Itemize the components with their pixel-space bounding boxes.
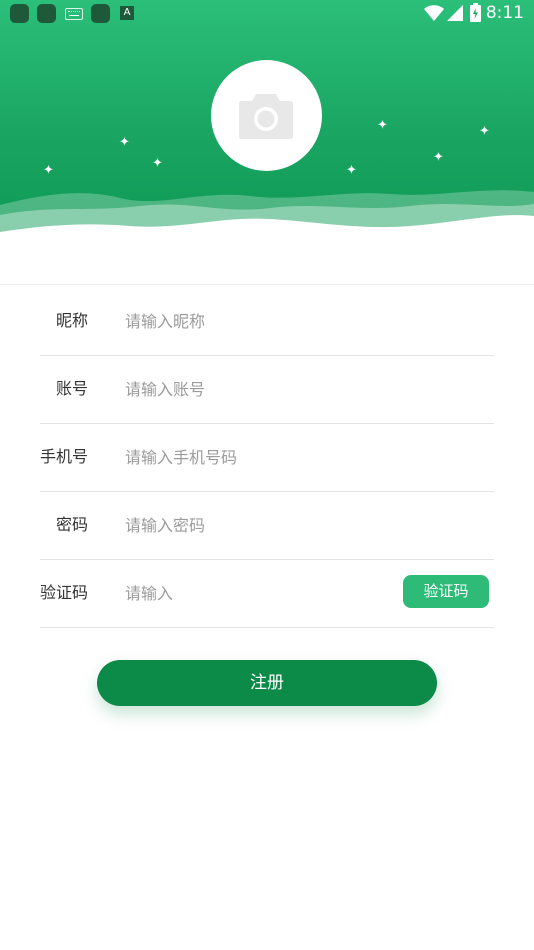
keyboard-icon xyxy=(65,8,83,20)
account-input[interactable] xyxy=(125,373,395,405)
verify-code-label: 验证码 xyxy=(40,583,89,602)
sparkle-icon: ✦ xyxy=(377,118,388,133)
status-bar: A 8:11 xyxy=(0,0,534,28)
app-icon xyxy=(10,4,29,23)
account-row: 账号 xyxy=(40,355,494,424)
section-divider xyxy=(0,284,534,285)
verify-code-row: 验证码 验证码 xyxy=(40,559,494,628)
app-icon xyxy=(37,4,56,23)
signal-icon xyxy=(447,5,463,21)
get-code-button[interactable]: 验证码 xyxy=(403,575,489,608)
nickname-row: 昵称 xyxy=(40,287,494,356)
verify-code-input[interactable] xyxy=(125,577,305,609)
sparkle-icon: ✦ xyxy=(433,150,444,165)
phone-row: 手机号 xyxy=(40,423,494,492)
header-banner: A 8:11 ✦ ✦ ✦ ✦ ✦ ✦ ✦ xyxy=(0,0,534,240)
sparkle-icon: ✦ xyxy=(479,124,490,139)
battery-icon xyxy=(470,3,481,22)
sparkle-icon: ✦ xyxy=(119,135,130,150)
password-label: 密码 xyxy=(55,515,88,534)
account-label: 账号 xyxy=(55,379,88,398)
camera-icon xyxy=(239,94,293,139)
status-time: 8:11 xyxy=(485,3,524,23)
nickname-label: 昵称 xyxy=(55,311,88,330)
password-row: 密码 xyxy=(40,491,494,560)
wifi-icon xyxy=(424,5,444,21)
nickname-input[interactable] xyxy=(125,305,395,337)
a-icon: A xyxy=(120,6,134,20)
register-button[interactable]: 注册 xyxy=(97,660,437,706)
sparkle-icon: ✦ xyxy=(43,163,54,178)
phone-label: 手机号 xyxy=(40,447,89,466)
sparkle-icon: ✦ xyxy=(346,163,357,178)
sparkle-icon: ✦ xyxy=(152,156,163,171)
app-icon xyxy=(91,4,110,23)
avatar-picker[interactable] xyxy=(211,60,322,171)
password-input[interactable] xyxy=(125,509,395,541)
phone-input[interactable] xyxy=(125,441,395,473)
